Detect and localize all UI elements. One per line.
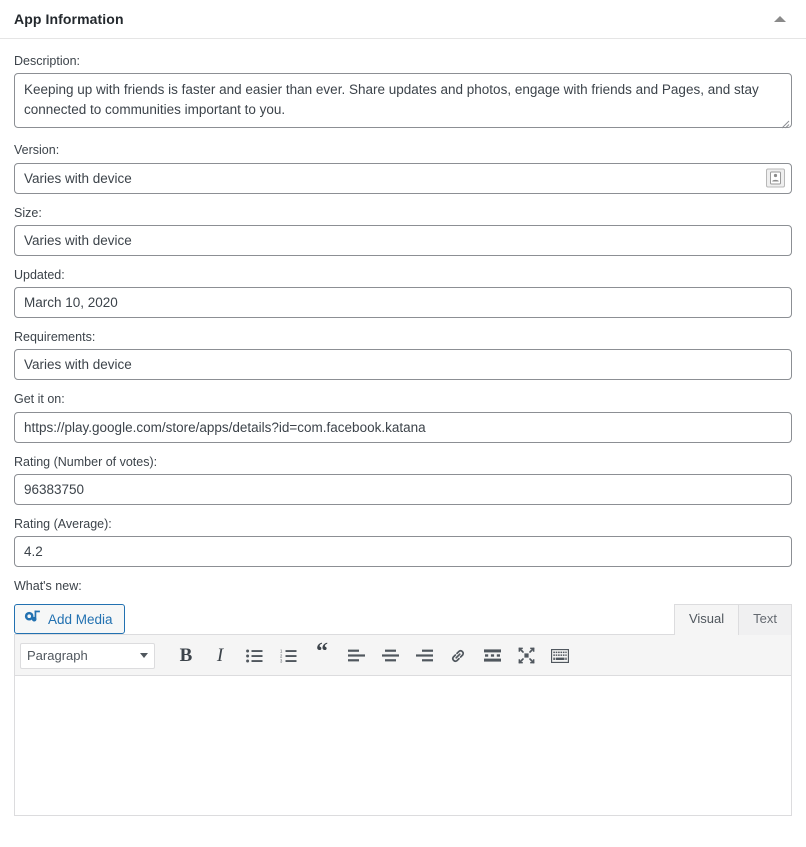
editor-media-row: Add Media Visual Text	[14, 598, 792, 636]
field-get-it-on: Get it on:	[14, 391, 792, 443]
align-center-icon	[381, 649, 399, 662]
editor-content-area[interactable]	[15, 676, 791, 816]
field-label-size: Size:	[14, 205, 42, 220]
description-textarea[interactable]: Keeping up with friends is faster and ea…	[14, 73, 792, 129]
align-center-button[interactable]	[373, 642, 407, 670]
toolbar-toggle-button[interactable]	[543, 642, 577, 670]
size-input[interactable]	[14, 224, 792, 256]
media-camera-note-icon	[24, 610, 41, 628]
field-rating-votes: Rating (Number of votes):	[14, 454, 792, 505]
numbered-list-icon: 1 2 3	[280, 649, 296, 663]
field-label-version: Version:	[14, 143, 60, 158]
metabox-body: Description: Keeping up with friends is …	[0, 39, 806, 817]
italic-button[interactable]: I	[203, 642, 237, 670]
bulleted-list-icon	[245, 649, 262, 663]
add-media-label: Add Media	[48, 611, 113, 627]
blockquote-icon: “	[316, 639, 328, 666]
fullscreen-icon	[518, 647, 534, 664]
app-information-metabox: App Information Description: Keeping up …	[0, 0, 806, 847]
chevron-down-icon	[140, 653, 148, 659]
editor-shell: Paragraph B I 1 2 3 “	[14, 634, 792, 817]
tab-visual[interactable]: Visual	[673, 604, 740, 636]
fullscreen-button[interactable]	[509, 642, 543, 670]
field-label-rating-votes: Rating (Number of votes):	[14, 454, 158, 469]
tab-text[interactable]: Text	[738, 604, 792, 636]
get-it-on-input[interactable]	[14, 411, 792, 443]
field-rating-average: Rating (Average):	[14, 516, 792, 567]
description-textarea-wrap: Keeping up with friends is faster and ea…	[14, 73, 792, 131]
version-input-wrap	[14, 162, 792, 194]
metabox-header: App Information	[0, 0, 806, 39]
rating-average-input[interactable]	[14, 536, 792, 567]
version-input[interactable]	[14, 162, 792, 194]
autofill-card-icon[interactable]	[766, 168, 785, 188]
field-updated: Updated:	[14, 267, 792, 318]
page-title: App Information	[14, 11, 124, 27]
align-right-icon	[415, 649, 433, 662]
updated-input[interactable]	[14, 287, 792, 318]
whats-new-editor-block: What's new: Add Media Visual Text Paragr…	[14, 578, 792, 817]
insert-link-button[interactable]	[441, 642, 475, 670]
keyboard-toolbar-icon	[551, 648, 569, 663]
bulleted-list-button[interactable]	[237, 642, 271, 670]
blockquote-button[interactable]: “	[305, 639, 339, 670]
add-media-button[interactable]: Add Media	[14, 604, 125, 635]
field-label-get-it-on: Get it on:	[14, 392, 65, 407]
bold-icon: B	[179, 645, 193, 667]
bold-button[interactable]: B	[169, 642, 203, 670]
format-select-value: Paragraph	[27, 648, 88, 664]
field-requirements: Requirements:	[14, 329, 792, 381]
align-left-icon	[347, 649, 365, 662]
field-version: Version:	[14, 142, 792, 194]
read-more-icon	[483, 649, 501, 662]
collapse-panel-button[interactable]	[766, 5, 794, 33]
svg-text:3: 3	[280, 658, 283, 662]
rating-votes-input[interactable]	[14, 473, 792, 505]
field-label-updated: Updated:	[14, 267, 65, 282]
numbered-list-button[interactable]: 1 2 3	[271, 642, 305, 670]
field-label-description: Description:	[14, 54, 80, 68]
field-size: Size:	[14, 205, 792, 256]
field-label-requirements: Requirements:	[14, 330, 96, 344]
link-icon	[452, 649, 464, 662]
caret-up-icon	[774, 16, 786, 22]
insert-read-more-button[interactable]	[475, 642, 509, 670]
align-right-button[interactable]	[407, 642, 441, 670]
editor-toolbar: Paragraph B I 1 2 3 “	[15, 635, 791, 677]
field-description: Description: Keeping up with friends is …	[14, 53, 792, 131]
editor-mode-tabs: Visual Text	[673, 604, 792, 636]
align-left-button[interactable]	[339, 642, 373, 670]
requirements-input[interactable]	[14, 349, 792, 381]
italic-icon: I	[216, 645, 224, 667]
field-label-rating-average: Rating (Average):	[14, 516, 112, 531]
paragraph-format-select[interactable]: Paragraph	[20, 642, 155, 669]
field-label-whats-new: What's new:	[14, 579, 82, 593]
